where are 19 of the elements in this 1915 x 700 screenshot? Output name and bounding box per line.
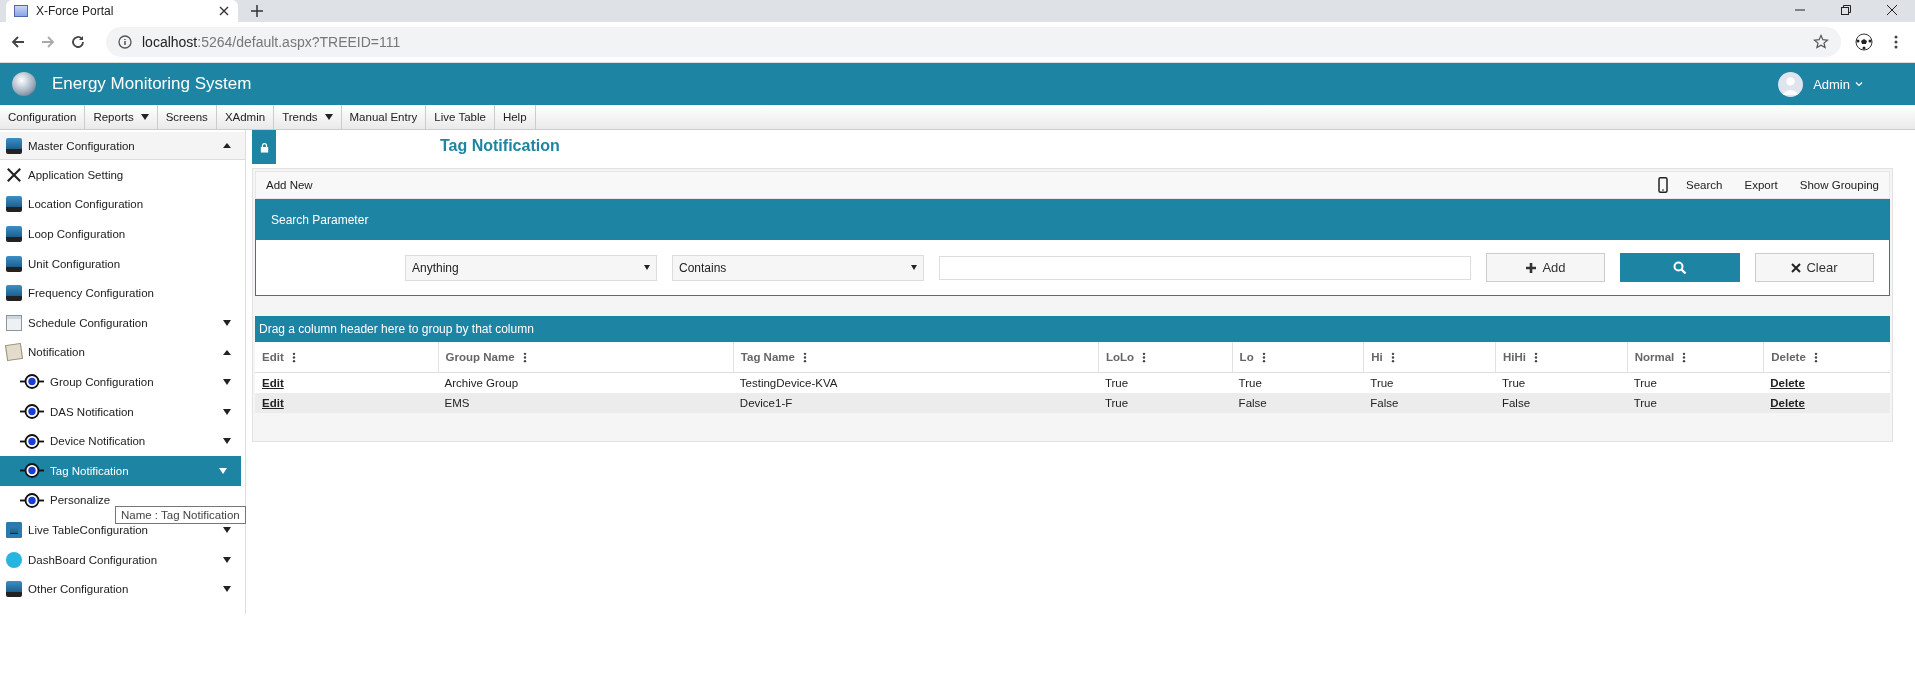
table-cell: False xyxy=(1370,397,1399,409)
table-cell: Archive Group xyxy=(444,377,519,389)
table-cell: True xyxy=(1633,377,1657,389)
table-cell: Device1-F xyxy=(739,397,793,409)
table-cell: True xyxy=(1370,377,1394,389)
table-cell: True xyxy=(1104,397,1129,409)
page-title: Tag Notification xyxy=(440,137,560,155)
table-cell: True xyxy=(1633,397,1657,409)
app-title: Energy Monitoring System xyxy=(52,74,252,94)
table-cell: TestingDevice-KVA xyxy=(739,377,838,389)
tooltip: Name : Tag Notification xyxy=(115,505,246,524)
table-cell: True xyxy=(1501,377,1526,389)
group-by-bar: Drag a column header here to group by that column xyxy=(255,316,1890,342)
search-panel-header: Search Parameter xyxy=(256,200,1889,240)
table-cell: True xyxy=(1104,377,1129,389)
table-cell: True xyxy=(1238,377,1262,389)
table-cell: False xyxy=(1501,397,1531,409)
table-cell: EMS xyxy=(444,397,470,409)
table-cell: False xyxy=(1238,397,1267,409)
